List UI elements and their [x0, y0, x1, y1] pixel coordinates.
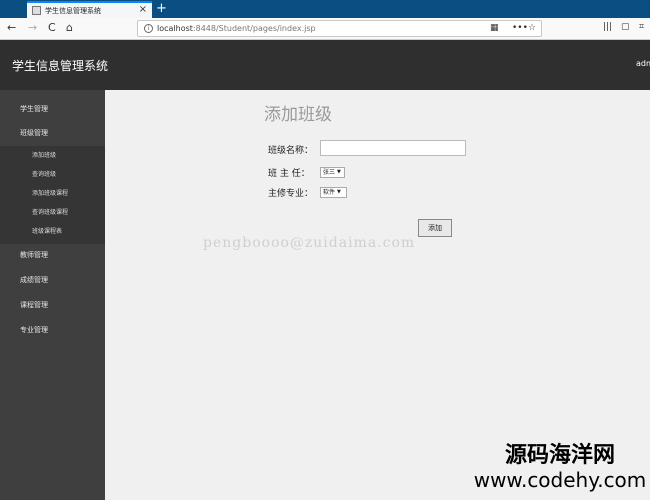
- major-label: 主修专业：: [268, 189, 314, 199]
- info-icon[interactable]: i: [144, 24, 153, 33]
- teacher-label: 班 主 任：: [268, 169, 310, 179]
- sidebar-toggle-icon[interactable]: ▢: [621, 22, 630, 32]
- library-icon[interactable]: |||: [603, 22, 612, 32]
- user-name[interactable]: adm: [636, 59, 650, 68]
- browser-navbar: ← → C ⌂ i localhost:8448/Student/pages/i…: [0, 18, 650, 40]
- sidebar-item-teacher[interactable]: 教师管理: [0, 243, 105, 267]
- bookmark-star-icon[interactable]: ☆: [528, 23, 536, 33]
- new-tab-icon[interactable]: +: [156, 0, 167, 17]
- browser-tab[interactable]: 学生信息管理系统 ×: [27, 1, 152, 18]
- teacher-select-value: 张三: [323, 169, 336, 176]
- submenu-item-add-class[interactable]: 添加班级: [0, 146, 105, 165]
- brand-url: www.codehy.com: [473, 468, 647, 492]
- submenu-item-class-schedule[interactable]: 班级课程表: [0, 222, 105, 241]
- qr-code-icon[interactable]: ▦: [490, 23, 499, 33]
- forward-icon[interactable]: →: [28, 21, 37, 35]
- sidebar: 学生管理 班级管理 添加班级 查询班级 添加班级课程 查询班级课程 班级课程表 …: [0, 90, 105, 500]
- back-icon[interactable]: ←: [7, 21, 16, 35]
- page-favicon-icon: [32, 6, 41, 15]
- main-content: 添加班级 班级名称： 班 主 任： 张三 ▼ 主修专业： 软件 ▼ 添加: [105, 90, 650, 500]
- close-tab-icon[interactable]: ×: [139, 4, 147, 15]
- address-bar[interactable]: i localhost:8448/Student/pages/index.jsp…: [137, 20, 542, 37]
- home-icon[interactable]: ⌂: [66, 21, 73, 35]
- sidebar-item-grade[interactable]: 成绩管理: [0, 268, 105, 292]
- app-header: 学生信息管理系统 adm: [0, 40, 650, 90]
- chevron-down-icon: ▼: [337, 189, 341, 195]
- submenu-item-query-class-course[interactable]: 查询班级课程: [0, 203, 105, 222]
- screenshot-icon[interactable]: ⌗: [639, 22, 644, 32]
- browser-tab-strip: 学生信息管理系统 × +: [0, 0, 650, 18]
- sidebar-item-course[interactable]: 课程管理: [0, 293, 105, 317]
- url-text: localhost:8448/Student/pages/index.jsp: [157, 24, 316, 33]
- class-name-label: 班级名称：: [268, 146, 314, 156]
- sidebar-item-major[interactable]: 专业管理: [0, 318, 105, 342]
- brand-name: 源码海洋网: [504, 443, 615, 468]
- submenu-item-add-class-course[interactable]: 添加班级课程: [0, 184, 105, 203]
- major-select-value: 软件: [323, 189, 336, 196]
- tab-title: 学生信息管理系统: [45, 6, 101, 15]
- submenu-item-query-class[interactable]: 查询班级: [0, 165, 105, 184]
- teacher-select[interactable]: 张三 ▼: [320, 167, 345, 178]
- app-title: 学生信息管理系统: [12, 59, 109, 73]
- major-select[interactable]: 软件 ▼: [320, 187, 347, 198]
- sidebar-item-class[interactable]: 班级管理: [0, 121, 105, 145]
- chevron-down-icon: ▼: [337, 169, 341, 175]
- corner-brand: 源码海洋网 www.codehy.com: [470, 443, 650, 493]
- page-title: 添加班级: [264, 105, 332, 125]
- watermark: pengboooo@zuidaima.com: [203, 235, 416, 251]
- sidebar-item-student[interactable]: 学生管理: [0, 97, 105, 121]
- add-class-button[interactable]: 添加: [418, 219, 452, 237]
- page-actions-icon[interactable]: •••: [512, 23, 528, 33]
- reload-icon[interactable]: C: [48, 21, 56, 35]
- class-submenu: 添加班级 查询班级 添加班级课程 查询班级课程 班级课程表: [0, 146, 105, 244]
- class-name-input[interactable]: [320, 140, 466, 156]
